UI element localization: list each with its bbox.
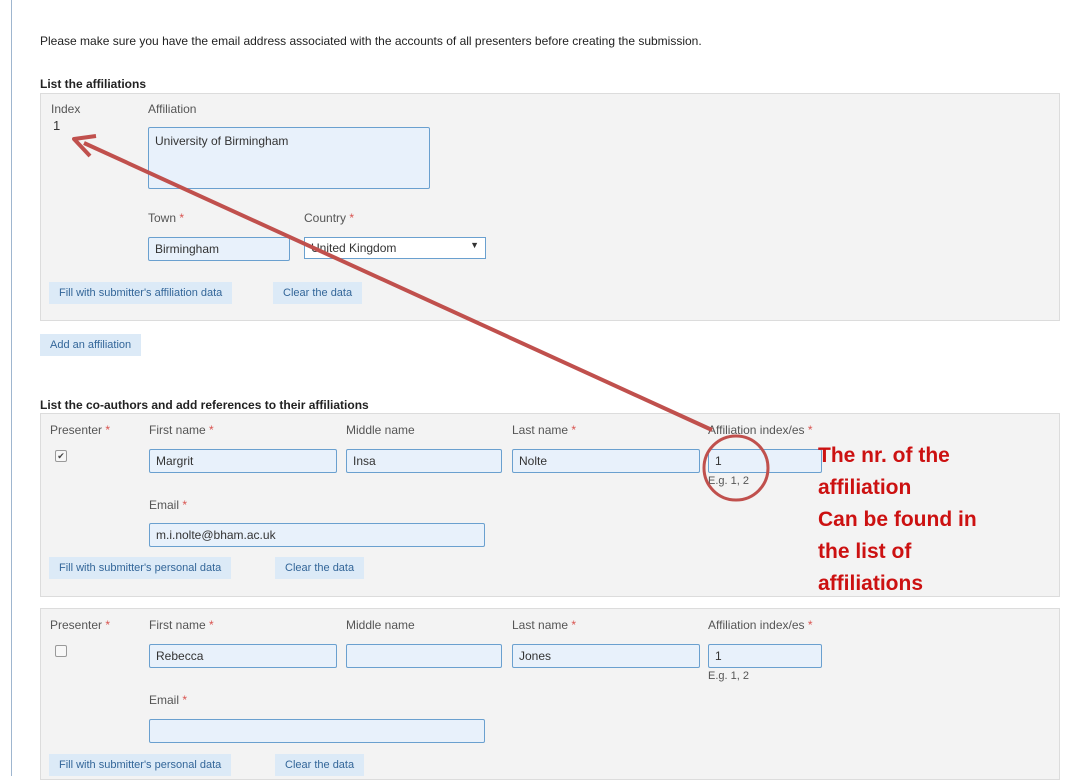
presenter-label: Presenter * [50, 618, 110, 632]
required-marker: * [182, 498, 188, 512]
presenter-label-text: Presenter [50, 618, 103, 632]
first-name-input[interactable]: Rebecca [149, 644, 337, 668]
first-name-label: First name * [149, 618, 214, 632]
required-marker: * [349, 211, 355, 225]
fill-personal-button[interactable]: Fill with submitter's personal data [49, 557, 232, 579]
clear-personal-button[interactable]: Clear the data [275, 557, 365, 579]
affiliations-panel: Index Affiliation 1 University of Birmin… [40, 93, 1060, 321]
affiliation-index-input[interactable]: 1 [708, 644, 822, 668]
town-label-text: Town [148, 211, 177, 225]
required-marker: * [807, 423, 813, 437]
presenter-label-text: Presenter [50, 423, 103, 437]
required-marker: * [182, 693, 188, 707]
required-marker: * [571, 618, 577, 632]
country-select[interactable]: United Kingdom ▼ [304, 237, 486, 259]
coauthors-title: List the co-authors and add references t… [40, 398, 369, 412]
email-label: Email * [149, 498, 187, 512]
affiliation-index-hint: E.g. 1, 2 [708, 475, 749, 487]
affiliation-index-label-text: Affiliation index/es [708, 618, 805, 632]
last-name-input[interactable]: Jones [512, 644, 700, 668]
town-label: Town * [148, 211, 184, 225]
required-marker: * [571, 423, 577, 437]
email-label: Email * [149, 693, 187, 707]
affiliation-index-label-text: Affiliation index/es [708, 423, 805, 437]
affiliation-index-label: Affiliation index/es * [708, 618, 813, 632]
required-marker: * [807, 618, 813, 632]
email-input[interactable]: m.i.nolte@bham.ac.uk [149, 523, 485, 547]
last-name-label-text: Last name [512, 423, 569, 437]
last-name-label: Last name * [512, 423, 576, 437]
clear-affiliation-button[interactable]: Clear the data [273, 282, 363, 304]
last-name-label: Last name * [512, 618, 576, 632]
coauthor-panel-2: Presenter * First name * Middle name Las… [40, 608, 1060, 780]
middle-name-label: Middle name [346, 618, 415, 632]
annotation-line: The nr. of the [818, 444, 950, 467]
required-marker: * [179, 211, 185, 225]
fill-affiliation-button[interactable]: Fill with submitter's affiliation data [49, 282, 233, 304]
country-select-value: United Kingdom [311, 241, 397, 255]
affiliation-index-hint: E.g. 1, 2 [708, 670, 749, 682]
annotation-text: The nr. of the affiliation Can be found … [818, 440, 1068, 600]
presenter-checkbox[interactable] [55, 645, 67, 657]
affiliation-textarea[interactable]: University of Birmingham [148, 127, 430, 189]
required-marker: * [209, 423, 214, 437]
affiliations-title: List the affiliations [40, 77, 147, 91]
last-name-label-text: Last name [512, 618, 569, 632]
fill-personal-button[interactable]: Fill with submitter's personal data [49, 754, 232, 776]
presenter-label: Presenter * [50, 423, 110, 437]
email-input[interactable] [149, 719, 485, 743]
required-marker: * [209, 618, 214, 632]
annotation-line: affiliation [818, 476, 912, 499]
clear-personal-button[interactable]: Clear the data [275, 754, 365, 776]
last-name-input[interactable]: Nolte [512, 449, 700, 473]
presenter-checkbox[interactable]: ✔ [55, 450, 67, 462]
required-marker: * [105, 423, 111, 437]
add-affiliation-button[interactable]: Add an affiliation [40, 334, 142, 356]
affiliation-index-input[interactable]: 1 [708, 449, 822, 473]
intro-text: Please make sure you have the email addr… [40, 34, 702, 48]
country-label: Country * [304, 211, 354, 225]
chevron-down-icon: ▼ [470, 240, 479, 250]
first-name-label-text: First name [149, 618, 206, 632]
left-border [11, 0, 12, 776]
affiliation-index-label: Affiliation index/es * [708, 423, 813, 437]
affiliation-index-value: 1 [53, 118, 61, 133]
annotation-line: Can be found in [818, 508, 977, 531]
first-name-label-text: First name [149, 423, 206, 437]
annotation-line: affiliations [818, 572, 924, 595]
first-name-label: First name * [149, 423, 214, 437]
index-label: Index [51, 102, 81, 116]
required-marker: * [105, 618, 111, 632]
affiliation-label: Affiliation [148, 102, 197, 116]
middle-name-input[interactable] [346, 644, 502, 668]
annotation-line: the list of [818, 540, 912, 563]
country-label-text: Country [304, 211, 347, 225]
town-input[interactable]: Birmingham [148, 237, 290, 261]
middle-name-label: Middle name [346, 423, 415, 437]
email-label-text: Email [149, 498, 180, 512]
first-name-input[interactable]: Margrit [149, 449, 337, 473]
email-label-text: Email [149, 693, 180, 707]
middle-name-input[interactable]: Insa [346, 449, 502, 473]
